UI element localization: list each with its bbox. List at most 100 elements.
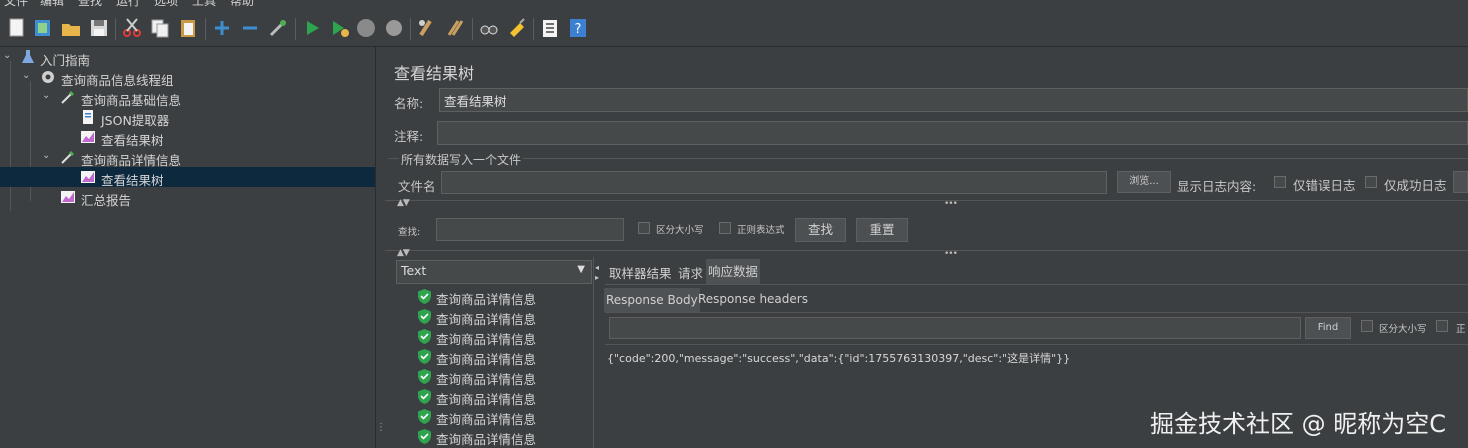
file-group-label: 所有数据写入一个文件 xyxy=(399,151,524,168)
renderer-select[interactable]: Text ▼ xyxy=(396,260,592,284)
response-search-input[interactable] xyxy=(609,317,1301,339)
menu-bar: 文件 编辑 查找 运行 选项 工具 帮助 xyxy=(0,0,1468,8)
start-no-pause-icon[interactable] xyxy=(329,17,351,39)
sample-label: 查询商品详情信息 xyxy=(436,412,537,427)
sample-label: 查询商品详情信息 xyxy=(436,392,537,407)
configure-button[interactable] xyxy=(1453,171,1468,193)
search-icon[interactable] xyxy=(478,17,500,39)
splitter-grip-icon[interactable]: ••• xyxy=(944,199,958,209)
menu-run[interactable]: 运行 xyxy=(116,0,140,9)
splitter-grip-icon[interactable]: ⋮ xyxy=(376,422,386,433)
errors-only-checkbox[interactable] xyxy=(1274,176,1286,188)
subtab-response-body[interactable]: Response Body xyxy=(604,288,700,312)
copy-icon[interactable] xyxy=(149,17,171,39)
reset-search-icon[interactable] xyxy=(506,17,528,39)
case-sensitive-label: 区分大小写 xyxy=(656,225,704,236)
toolbar-separator xyxy=(410,18,411,40)
shutdown-icon[interactable] xyxy=(383,17,405,39)
subtab-response-headers[interactable]: Response headers xyxy=(696,292,810,306)
tab-response-data[interactable]: 响应数据 xyxy=(706,259,761,284)
regex-checkbox[interactable] xyxy=(719,222,731,234)
menu-tools[interactable]: 工具 xyxy=(192,0,216,9)
tab-sampler-result[interactable]: 取样器结果 xyxy=(607,263,674,282)
split-right-arrow-icon[interactable]: ▸ xyxy=(595,273,599,282)
paste-icon[interactable] xyxy=(177,17,199,39)
comment-label: 注释: xyxy=(394,129,424,144)
chevron-down-icon[interactable]: ▼ xyxy=(577,264,585,275)
response-body-text[interactable]: {"code":200,"message":"success","data":{… xyxy=(607,350,1070,366)
browse-button[interactable]: 浏览... xyxy=(1117,171,1171,193)
new-icon[interactable] xyxy=(6,17,28,39)
response-find-button[interactable]: Find xyxy=(1305,317,1351,339)
tree-item-getting-started[interactable]: ⌄ 入门指南 xyxy=(0,47,375,68)
horizontal-splitter[interactable] xyxy=(385,200,1468,209)
pipette-icon xyxy=(61,151,74,164)
menu-file[interactable]: 文件 xyxy=(4,0,28,9)
name-field[interactable]: 查看结果树 xyxy=(439,88,1468,112)
expand-icon[interactable] xyxy=(211,17,233,39)
cut-icon[interactable] xyxy=(121,17,143,39)
chevron-down-icon[interactable]: ⌄ xyxy=(42,150,50,161)
tab-request[interactable]: 请求 xyxy=(676,263,705,282)
response-case-checkbox[interactable] xyxy=(1361,320,1373,332)
open-icon[interactable] xyxy=(60,17,82,39)
menu-search[interactable]: 查找 xyxy=(78,0,102,9)
collapse-icon[interactable] xyxy=(239,17,261,39)
collapse-arrows-icon[interactable]: ▲▼ xyxy=(397,248,410,258)
flask-icon xyxy=(22,50,34,63)
find-button[interactable]: 查找 xyxy=(795,218,846,242)
log-content-label: 显示日志内容: xyxy=(1177,179,1257,194)
tab-underline xyxy=(605,284,1468,285)
help-icon[interactable]: ? xyxy=(567,17,589,39)
file-group-border xyxy=(388,158,1468,159)
stop-icon[interactable] xyxy=(355,17,377,39)
chart-icon xyxy=(81,171,95,183)
filename-field[interactable] xyxy=(441,171,1107,194)
shield-check-icon xyxy=(418,309,431,324)
shield-check-icon xyxy=(418,329,431,344)
collapse-arrows-icon[interactable]: ▲▼ xyxy=(397,198,410,208)
regex-label: 正则表达式 xyxy=(737,225,785,236)
tree-item-detail-info-sampler[interactable]: ⌄ 查询商品详情信息 xyxy=(0,147,375,168)
chevron-down-icon[interactable]: ⌄ xyxy=(42,90,50,101)
errors-only-label: 仅错误日志 xyxy=(1293,178,1356,193)
response-regex-label: 正 xyxy=(1456,324,1466,335)
toolbar: ? xyxy=(0,10,1468,47)
response-case-label: 区分大小写 xyxy=(1379,324,1427,335)
case-sensitive-checkbox[interactable] xyxy=(638,222,650,234)
menu-help[interactable]: 帮助 xyxy=(230,0,254,9)
tree-item-results-tree-1[interactable]: 查看结果树 xyxy=(0,127,375,148)
splitter-grip-icon[interactable]: ••• xyxy=(944,249,958,259)
results-splitter[interactable] xyxy=(593,257,594,448)
tree-item-json-extractor[interactable]: JSON提取器 xyxy=(0,107,375,128)
chevron-down-icon[interactable]: ⌄ xyxy=(3,50,11,61)
tree-item-thread-group[interactable]: ⌄ 查询商品信息线程组 xyxy=(0,67,375,88)
function-helper-icon[interactable] xyxy=(539,17,561,39)
vertical-splitter[interactable] xyxy=(376,47,384,448)
templates-icon[interactable] xyxy=(32,17,54,39)
tree-item-basic-info-sampler[interactable]: ⌄ 查询商品基础信息 xyxy=(0,87,375,108)
comment-field[interactable] xyxy=(437,121,1468,145)
menu-options[interactable]: 选项 xyxy=(154,0,178,9)
chevron-down-icon[interactable]: ⌄ xyxy=(22,70,30,81)
start-icon[interactable] xyxy=(301,17,323,39)
toolbar-separator xyxy=(533,18,534,40)
split-left-arrow-icon[interactable]: ◂ xyxy=(595,263,599,272)
clear-all-icon[interactable] xyxy=(444,17,466,39)
toggle-icon[interactable] xyxy=(267,17,289,39)
success-only-checkbox[interactable] xyxy=(1365,176,1377,188)
menu-edit[interactable]: 编辑 xyxy=(40,0,64,9)
clear-icon[interactable] xyxy=(416,17,438,39)
horizontal-splitter[interactable] xyxy=(385,250,1468,259)
reset-button[interactable]: 重置 xyxy=(856,218,908,242)
response-regex-checkbox[interactable] xyxy=(1436,320,1448,332)
shield-check-icon xyxy=(418,369,431,384)
tree-item-summary-report[interactable]: 汇总报告 xyxy=(0,187,375,208)
search-input[interactable] xyxy=(436,218,624,241)
watermark: 掘金技术社区 @ 昵称为空C xyxy=(1150,410,1447,438)
document-icon xyxy=(83,110,93,124)
sample-label: 查询商品详情信息 xyxy=(436,312,537,327)
save-icon[interactable] xyxy=(88,17,110,39)
tree-item-results-tree-2[interactable]: 查看结果树 xyxy=(0,167,375,188)
chart-icon xyxy=(81,131,95,143)
